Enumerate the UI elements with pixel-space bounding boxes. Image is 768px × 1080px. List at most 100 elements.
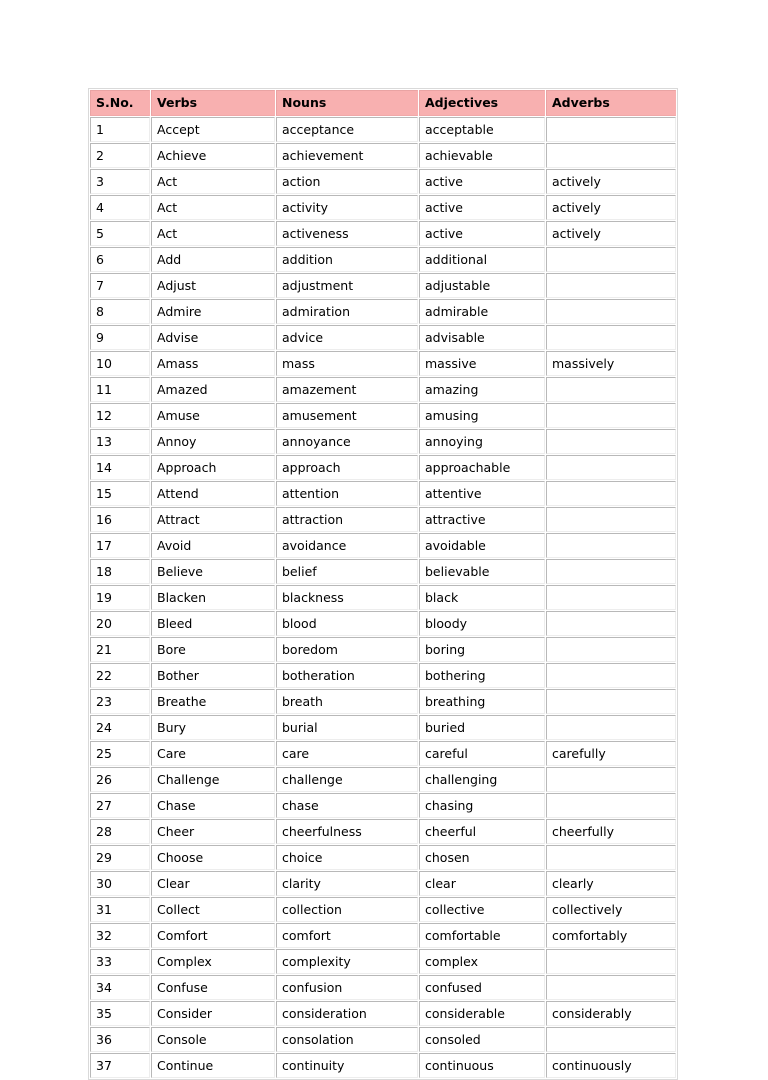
cell-adjective: active — [419, 221, 545, 246]
table-row: 3 Act action active actively — [90, 169, 676, 194]
cell-sno: 20 — [90, 611, 150, 636]
cell-adverb — [546, 403, 676, 428]
cell-noun: consideration — [276, 1001, 418, 1026]
cell-adjective: comfortable — [419, 923, 545, 948]
table-row: 24 Bury burial buried — [90, 715, 676, 740]
table-row: 34 Confuse confusion confused — [90, 975, 676, 1000]
cell-sno: 22 — [90, 663, 150, 688]
column-header-noun: Nouns — [276, 90, 418, 116]
cell-adverb — [546, 611, 676, 636]
table-row: 25 Care care careful carefully — [90, 741, 676, 766]
cell-adjective: chosen — [419, 845, 545, 870]
cell-verb: Amazed — [151, 377, 275, 402]
cell-adverb — [546, 299, 676, 324]
table-row: 36 Console consolation consoled — [90, 1027, 676, 1052]
table-row: 29 Choose choice chosen — [90, 845, 676, 870]
cell-adjective: believable — [419, 559, 545, 584]
cell-verb: Approach — [151, 455, 275, 480]
cell-verb: Comfort — [151, 923, 275, 948]
cell-noun: advice — [276, 325, 418, 350]
cell-sno: 21 — [90, 637, 150, 662]
cell-sno: 31 — [90, 897, 150, 922]
table-row: 17 Avoid avoidance avoidable — [90, 533, 676, 558]
cell-sno: 29 — [90, 845, 150, 870]
cell-noun: adjustment — [276, 273, 418, 298]
cell-noun: breath — [276, 689, 418, 714]
cell-sno: 9 — [90, 325, 150, 350]
cell-sno: 8 — [90, 299, 150, 324]
cell-sno: 28 — [90, 819, 150, 844]
cell-noun: amusement — [276, 403, 418, 428]
cell-noun: achievement — [276, 143, 418, 168]
cell-adjective: admirable — [419, 299, 545, 324]
cell-noun: addition — [276, 247, 418, 272]
cell-verb: Collect — [151, 897, 275, 922]
cell-adverb — [546, 481, 676, 506]
table-row: 9 Advise advice advisable — [90, 325, 676, 350]
table-row: 1 Accept acceptance acceptable — [90, 117, 676, 142]
cell-adjective: chasing — [419, 793, 545, 818]
cell-adverb — [546, 247, 676, 272]
cell-verb: Console — [151, 1027, 275, 1052]
cell-verb: Choose — [151, 845, 275, 870]
cell-noun: collection — [276, 897, 418, 922]
cell-adverb: actively — [546, 169, 676, 194]
cell-adjective: advisable — [419, 325, 545, 350]
cell-sno: 1 — [90, 117, 150, 142]
cell-sno: 10 — [90, 351, 150, 376]
cell-adverb — [546, 559, 676, 584]
cell-adverb: actively — [546, 221, 676, 246]
cell-adjective: collective — [419, 897, 545, 922]
cell-adverb — [546, 793, 676, 818]
cell-adverb — [546, 1027, 676, 1052]
table-row: 7 Adjust adjustment adjustable — [90, 273, 676, 298]
cell-noun: annoyance — [276, 429, 418, 454]
cell-sno: 3 — [90, 169, 150, 194]
cell-adjective: annoying — [419, 429, 545, 454]
cell-noun: comfort — [276, 923, 418, 948]
table-body: 1 Accept acceptance acceptable 2 Achieve achie… — [90, 117, 676, 1078]
cell-adjective: breathing — [419, 689, 545, 714]
table-row: 37 Continue continuity continuous continuous… — [90, 1053, 676, 1078]
cell-adverb — [546, 273, 676, 298]
cell-noun: challenge — [276, 767, 418, 792]
cell-verb: Confuse — [151, 975, 275, 1000]
cell-sno: 14 — [90, 455, 150, 480]
cell-noun: avoidance — [276, 533, 418, 558]
cell-adjective: bloody — [419, 611, 545, 636]
cell-noun: mass — [276, 351, 418, 376]
table-row: 16 Attract attraction attractive — [90, 507, 676, 532]
cell-sno: 6 — [90, 247, 150, 272]
cell-adverb — [546, 507, 676, 532]
table-row: 14 Approach approach approachable — [90, 455, 676, 480]
cell-adverb — [546, 377, 676, 402]
cell-verb: Consider — [151, 1001, 275, 1026]
cell-sno: 36 — [90, 1027, 150, 1052]
cell-adjective: consoled — [419, 1027, 545, 1052]
cell-adjective: challenging — [419, 767, 545, 792]
table-row: 22 Bother botheration bothering — [90, 663, 676, 688]
cell-sno: 30 — [90, 871, 150, 896]
cell-noun: consolation — [276, 1027, 418, 1052]
cell-adjective: black — [419, 585, 545, 610]
cell-adverb: comfortably — [546, 923, 676, 948]
cell-adjective: careful — [419, 741, 545, 766]
table-row: 15 Attend attention attentive — [90, 481, 676, 506]
cell-verb: Act — [151, 169, 275, 194]
cell-adjective: amusing — [419, 403, 545, 428]
cell-noun: acceptance — [276, 117, 418, 142]
word-forms-table: S.No. Verbs Nouns Adjectives Adverbs 1 Accept… — [88, 88, 678, 1080]
cell-adverb — [546, 533, 676, 558]
cell-noun: belief — [276, 559, 418, 584]
cell-verb: Blacken — [151, 585, 275, 610]
cell-sno: 4 — [90, 195, 150, 220]
cell-noun: clarity — [276, 871, 418, 896]
cell-adverb: collectively — [546, 897, 676, 922]
cell-adverb — [546, 429, 676, 454]
cell-adjective: achievable — [419, 143, 545, 168]
cell-verb: Adjust — [151, 273, 275, 298]
cell-sno: 25 — [90, 741, 150, 766]
cell-adjective: adjustable — [419, 273, 545, 298]
cell-verb: Believe — [151, 559, 275, 584]
table-row: 5 Act activeness active actively — [90, 221, 676, 246]
